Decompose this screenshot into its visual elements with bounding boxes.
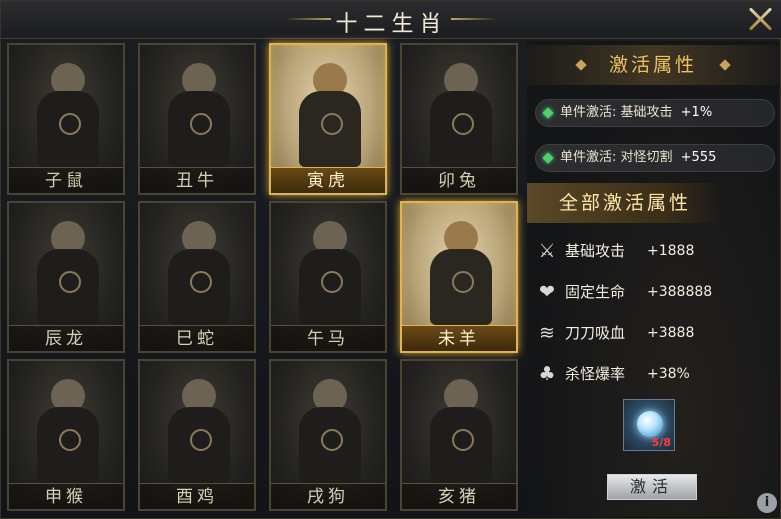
zodiac-figure-goat	[424, 221, 498, 325]
claw-icon: ≋	[539, 322, 555, 344]
all-activate-attributes-title: 全部激活属性	[527, 183, 723, 223]
zodiac-window: 十二生肖 子鼠 丑牛 寅虎 卯兔 辰龙 巳蛇 午马 未羊 申猴 酉鸡 戌狗 亥猪…	[0, 0, 781, 519]
zodiac-card-dog[interactable]: 戌狗	[269, 359, 387, 511]
green-gem-icon	[542, 107, 554, 119]
zodiac-figure-rat	[31, 63, 105, 167]
zodiac-card-label: 酉鸡	[140, 483, 254, 509]
window-title: 十二生肖	[335, 12, 448, 37]
total-attr-row: ≋ 刀刀吸血 +3888	[535, 319, 755, 347]
zodiac-figure-ox	[162, 63, 236, 167]
zodiac-card-label: 巳蛇	[140, 325, 254, 351]
crystal-item-slot[interactable]: 5/8	[623, 399, 675, 451]
window-header: 十二生肖	[1, 1, 781, 39]
zodiac-card-label: 未羊	[402, 325, 516, 351]
activate-attributes-header: 激活属性	[527, 45, 779, 85]
zodiac-card-goat[interactable]: 未羊	[400, 201, 518, 353]
zodiac-card-monkey[interactable]: 申猴	[7, 359, 125, 511]
diamond-ornament-icon	[575, 59, 587, 71]
zodiac-card-tiger[interactable]: 寅虎	[269, 43, 387, 195]
single-attr-value: +555	[680, 150, 717, 165]
item-count: 5/8	[651, 436, 671, 449]
zodiac-figure-snake	[162, 221, 236, 325]
single-attr-label: 单件激活: 基础攻击	[560, 105, 673, 120]
zodiac-card-ox[interactable]: 丑牛	[138, 43, 256, 195]
total-attr-label: 基础攻击	[565, 242, 626, 260]
zodiac-card-label: 戌狗	[271, 483, 385, 509]
total-attr-row: ⚔ 基础攻击 +1888	[535, 237, 755, 265]
zodiac-card-label: 子鼠	[9, 167, 123, 193]
total-attr-value: +38%	[647, 366, 690, 382]
zodiac-figure-pig	[424, 379, 498, 483]
zodiac-card-dragon[interactable]: 辰龙	[7, 201, 125, 353]
zodiac-card-label: 卯兔	[402, 167, 516, 193]
zodiac-figure-monkey	[31, 379, 105, 483]
activate-button[interactable]: 激活	[607, 474, 697, 500]
zodiac-figure-dog	[293, 379, 367, 483]
zodiac-card-label: 申猴	[9, 483, 123, 509]
zodiac-card-grid: 子鼠 丑牛 寅虎 卯兔 辰龙 巳蛇 午马 未羊 申猴 酉鸡 戌狗 亥猪	[7, 43, 523, 517]
total-attr-label: 固定生命	[565, 283, 626, 301]
close-icon[interactable]	[746, 4, 774, 32]
zodiac-card-rat[interactable]: 子鼠	[7, 43, 125, 195]
heart-icon: ❤	[539, 281, 555, 303]
zodiac-figure-rooster	[162, 379, 236, 483]
attribute-panel: 激活属性 单件激活: 基础攻击 +1% 单件激活: 对怪切割 +555 全部激活…	[527, 41, 779, 517]
crystal-icon	[637, 411, 663, 437]
diamond-ornament-icon	[719, 59, 731, 71]
zodiac-card-label: 丑牛	[140, 167, 254, 193]
zodiac-card-horse[interactable]: 午马	[269, 201, 387, 353]
single-attr-row: 单件激活: 基础攻击 +1%	[535, 99, 775, 127]
zodiac-card-label: 亥猪	[402, 483, 516, 509]
clover-icon: ♣	[538, 363, 556, 385]
single-attr-label: 单件激活: 对怪切割	[560, 150, 673, 165]
zodiac-card-label: 寅虎	[271, 167, 385, 193]
zodiac-card-label: 午马	[271, 325, 385, 351]
crossed-swords-icon: ⚔	[538, 240, 556, 262]
total-attr-label: 杀怪爆率	[565, 365, 626, 383]
total-attr-value: +1888	[647, 243, 695, 259]
zodiac-figure-rabbit	[424, 63, 498, 167]
zodiac-card-snake[interactable]: 巳蛇	[138, 201, 256, 353]
single-attr-value: +1%	[680, 105, 713, 120]
green-gem-icon	[542, 152, 554, 164]
zodiac-figure-dragon	[31, 221, 105, 325]
total-attr-value: +388888	[647, 284, 713, 300]
total-attr-row: ❤ 固定生命 +388888	[535, 278, 755, 306]
zodiac-card-pig[interactable]: 亥猪	[400, 359, 518, 511]
total-attr-value: +3888	[647, 325, 695, 341]
total-attr-row: ♣ 杀怪爆率 +38%	[535, 360, 755, 388]
zodiac-card-label: 辰龙	[9, 325, 123, 351]
zodiac-card-rabbit[interactable]: 卯兔	[400, 43, 518, 195]
single-attr-row: 单件激活: 对怪切割 +555	[535, 144, 775, 172]
zodiac-figure-horse	[293, 221, 367, 325]
zodiac-card-rooster[interactable]: 酉鸡	[138, 359, 256, 511]
activate-attributes-title: 激活属性	[608, 54, 697, 76]
info-icon[interactable]: i	[757, 493, 777, 513]
title-ornament-right	[451, 18, 497, 20]
total-attr-label: 刀刀吸血	[565, 324, 626, 342]
zodiac-figure-tiger	[293, 63, 367, 167]
